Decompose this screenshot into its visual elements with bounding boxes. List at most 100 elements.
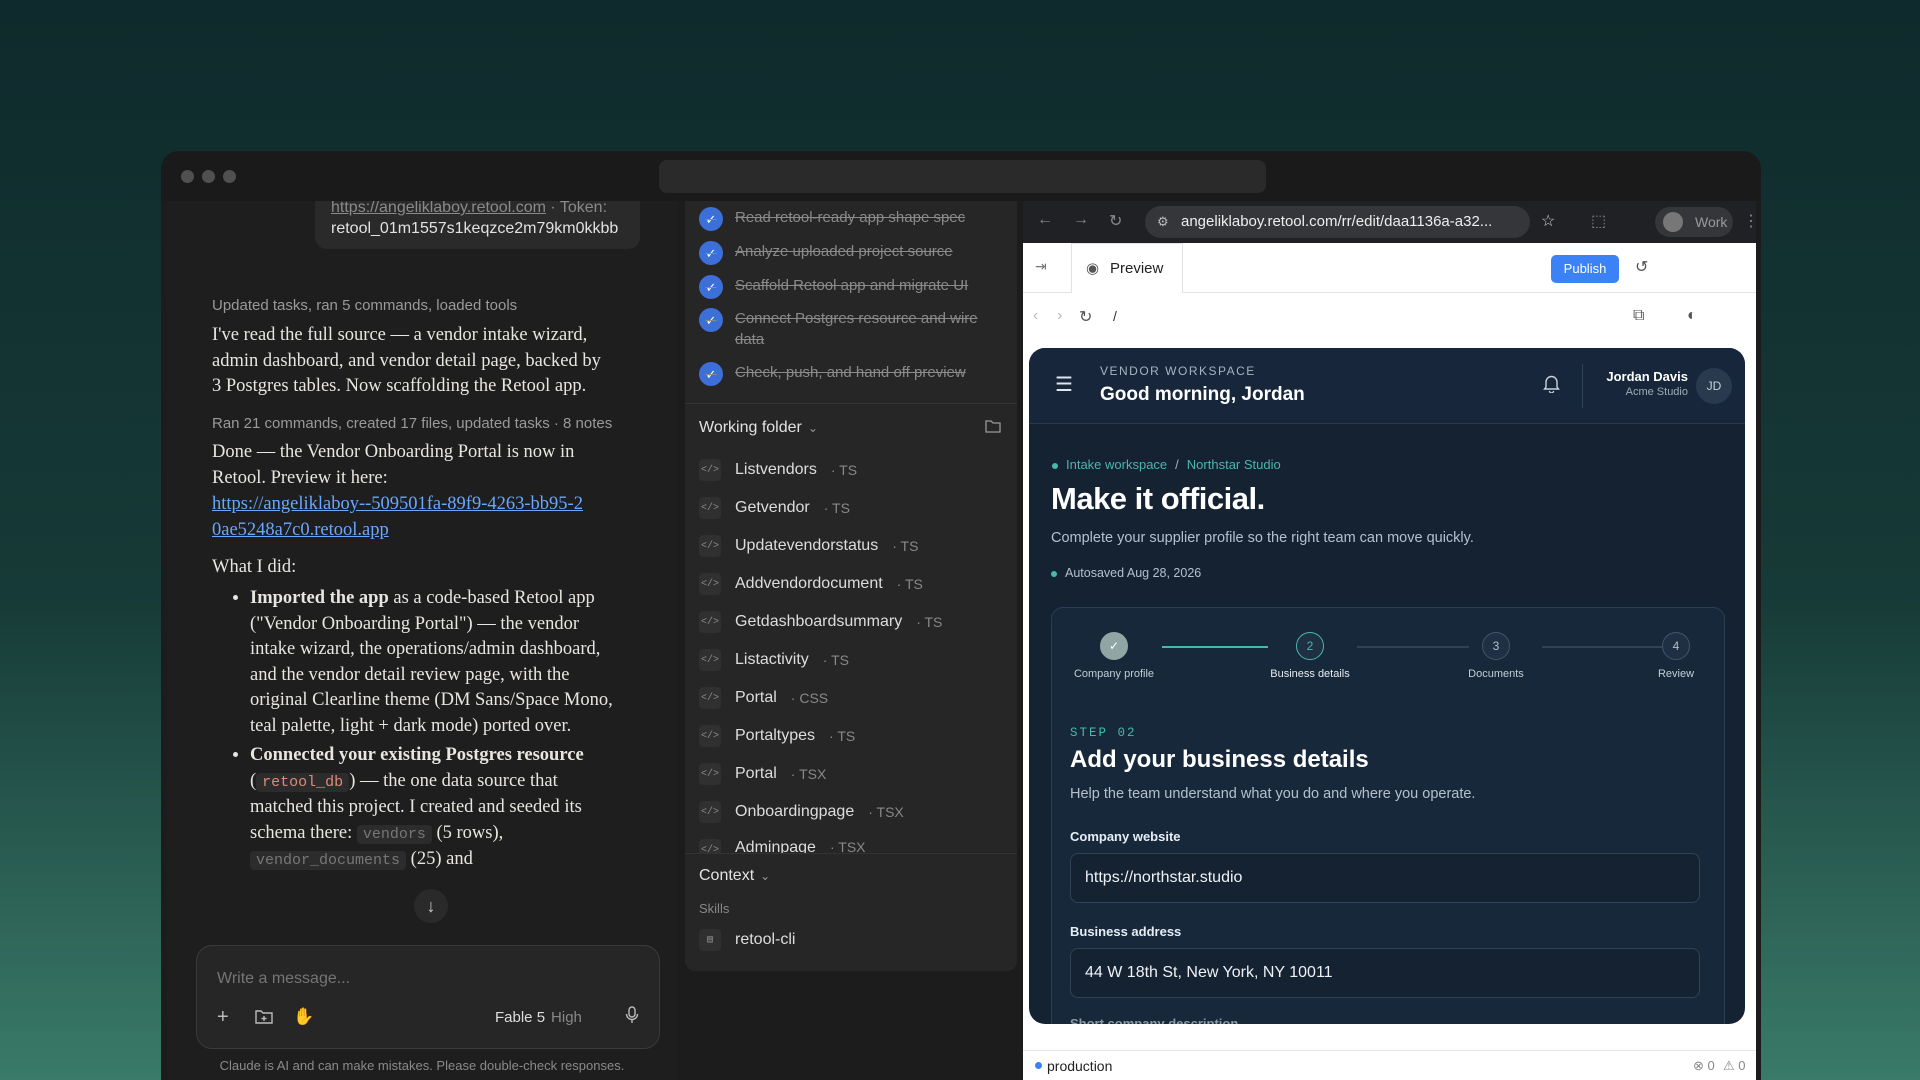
file-item[interactable]: </> Addvendordocument · TS <box>699 573 923 595</box>
file-ext: · TS <box>916 614 943 630</box>
reload-icon[interactable]: ↻ <box>1079 307 1092 327</box>
file-item[interactable]: </> Listactivity · TS <box>699 649 849 671</box>
file-name: Portal <box>735 689 777 706</box>
close-window-button[interactable] <box>181 170 194 183</box>
file-item[interactable]: </> Getvendor · TS <box>699 497 850 519</box>
task-item[interactable]: ✓ Scaffold Retool app and migrate UI <box>699 275 989 299</box>
site-settings-icon[interactable]: ⚙ <box>1157 206 1169 238</box>
message-input[interactable] <box>217 970 637 988</box>
environment-label[interactable]: production <box>1047 1058 1112 1074</box>
palette-icon[interactable]: ◐ <box>1687 307 1697 325</box>
file-item[interactable]: </> Onboardingpage · TSX <box>699 801 904 823</box>
address-input[interactable]: 44 W 18th St, New York, NY 10011 <box>1070 948 1700 998</box>
bell-icon[interactable] <box>1543 374 1560 398</box>
task-label: Connect Postgres resource and wire data <box>735 310 978 348</box>
code-file-icon: </> <box>699 497 721 519</box>
profile-name: Work <box>1695 214 1728 230</box>
code-file-icon: </> <box>699 801 721 823</box>
file-ext-label: TS <box>832 500 850 516</box>
file-item[interactable]: </> Portaltypes · TS <box>699 725 855 747</box>
tab-preview[interactable]: ◉ Preview <box>1071 243 1183 294</box>
preview-link-paragraph: https://angeliklaboy--509501fa-89f9-4263… <box>212 492 592 543</box>
preview-link[interactable]: https://angeliklaboy--509501fa-89f9-4263… <box>212 494 583 540</box>
breadcrumb-item[interactable]: Northstar Studio <box>1187 457 1281 472</box>
user-info[interactable]: Jordan Davis Acme Studio <box>1596 369 1688 398</box>
token-value: retool_01m1557s1keqzce2m79km0kkbb <box>331 220 619 237</box>
title-search-bar[interactable] <box>659 160 1266 193</box>
profile-chip[interactable]: Work <box>1655 207 1733 237</box>
scroll-to-bottom-button[interactable]: ↓ <box>414 889 448 923</box>
back-icon[interactable]: ← <box>1037 211 1053 229</box>
what-i-did-heading: What I did: <box>212 557 297 577</box>
file-ext-label: TSX <box>799 766 827 782</box>
minimize-window-button[interactable] <box>202 170 215 183</box>
app-window: https://angeliklaboy.retool.com · Token:… <box>161 151 1761 1080</box>
inspect-icon[interactable]: ⧉ <box>1633 307 1644 325</box>
task-item[interactable]: ✓ Check, push, and hand off preview <box>699 362 989 386</box>
forward-icon[interactable]: → <box>1073 211 1089 229</box>
task-item[interactable]: ✓ Analyze uploaded project source <box>699 241 989 265</box>
working-folder-header[interactable]: Working folder ⌄ <box>699 419 818 437</box>
step-business-details[interactable]: 2 Business details <box>1260 632 1360 680</box>
file-item[interactable]: </> Portal · CSS <box>699 687 828 709</box>
more-icon[interactable]: ⋮ <box>1743 211 1756 231</box>
file-item[interactable]: </> Listvendors · TS <box>699 459 857 481</box>
file-name: Onboardingpage <box>735 803 855 820</box>
skill-item[interactable]: ▤ retool-cli <box>699 929 795 951</box>
file-item[interactable]: </> Getdashboardsummary · TS <box>699 611 942 633</box>
forward-icon[interactable]: › <box>1057 307 1062 325</box>
reload-icon[interactable]: ↻ <box>1109 211 1122 231</box>
back-icon[interactable]: ‹ <box>1033 307 1038 325</box>
divider <box>1582 364 1583 408</box>
model-selector[interactable]: Fable 5 High <box>495 1009 582 1026</box>
file-ext: · TSX <box>829 839 866 853</box>
url-bar[interactable]: ⚙ angeliklaboy.retool.com/rr/edit/daa113… <box>1145 206 1530 238</box>
star-icon[interactable]: ☆ <box>1541 211 1555 231</box>
step-number: 3 <box>1482 632 1510 660</box>
hand-icon[interactable]: ✋ <box>293 1007 314 1027</box>
workspace-eyebrow: VENDOR WORKSPACE <box>1100 364 1256 378</box>
task-item[interactable]: ✓ Read retool-ready app shape spec <box>699 207 989 231</box>
activity-summary[interactable]: Ran 21 commands, created 17 files, updat… <box>212 415 612 432</box>
avatar[interactable]: JD <box>1696 368 1732 404</box>
publish-button[interactable]: Publish <box>1551 255 1619 283</box>
file-ext-label: TS <box>839 462 858 478</box>
step-documents[interactable]: 3 Documents <box>1446 632 1546 680</box>
retool-link[interactable]: https://angeliklaboy.retool.com <box>331 201 546 216</box>
breadcrumb-item[interactable]: Intake workspace <box>1066 457 1167 472</box>
step-review[interactable]: 4 Review <box>1626 632 1726 680</box>
step-company-profile[interactable]: ✓ Company profile <box>1064 632 1164 680</box>
path-text[interactable]: / <box>1113 308 1117 324</box>
file-ext-label: TS <box>904 576 923 592</box>
file-item[interactable]: </> Adminpage · TSX <box>699 839 866 853</box>
activity-summary[interactable]: Updated tasks, ran 5 commands, loaded to… <box>212 297 517 314</box>
file-item[interactable]: </> Portal · TSX <box>699 763 826 785</box>
add-icon[interactable]: + <box>217 1006 229 1029</box>
maximize-window-button[interactable] <box>223 170 236 183</box>
menu-icon[interactable]: ☰ <box>1055 372 1073 397</box>
task-label: Read retool-ready app shape spec <box>735 209 966 226</box>
context-header[interactable]: Context ⌄ <box>699 867 770 885</box>
extensions-icon[interactable]: ⬚ <box>1591 211 1606 231</box>
code-file-icon: </> <box>699 687 721 709</box>
assistant-paragraph: I've read the full source — a vendor int… <box>212 325 601 396</box>
website-input[interactable]: https://northstar.studio <box>1070 853 1700 903</box>
folder-plus-icon[interactable] <box>255 1008 273 1029</box>
eye-icon: ◉ <box>1086 260 1100 277</box>
step-label: Review <box>1657 668 1695 680</box>
list-item-bold: Imported the app <box>250 588 389 608</box>
error-count[interactable]: ⊗ 0 <box>1693 1058 1715 1074</box>
file-ext: · TS <box>830 462 858 478</box>
file-item[interactable]: </> Updatevendorstatus · TS <box>699 535 918 557</box>
microphone-icon[interactable] <box>625 1006 639 1029</box>
task-item[interactable]: ✓ Connect Postgres resource and wire data <box>699 308 989 350</box>
task-label: Check, push, and hand off preview <box>735 364 966 381</box>
history-icon[interactable]: ↺ <box>1635 257 1648 277</box>
collapse-panel-icon[interactable]: ⇥ <box>1035 258 1047 275</box>
warning-count[interactable]: ⚠ 0 <box>1723 1058 1746 1074</box>
breadcrumb: Intake workspace / Northstar Studio <box>1052 457 1281 472</box>
title-bar <box>161 151 1761 201</box>
folder-icon[interactable] <box>985 419 1001 438</box>
step-title: Add your business details <box>1070 746 1369 773</box>
preview-nav-bar: ‹ › ↻ / ⧉ ◐ <box>1023 293 1756 343</box>
